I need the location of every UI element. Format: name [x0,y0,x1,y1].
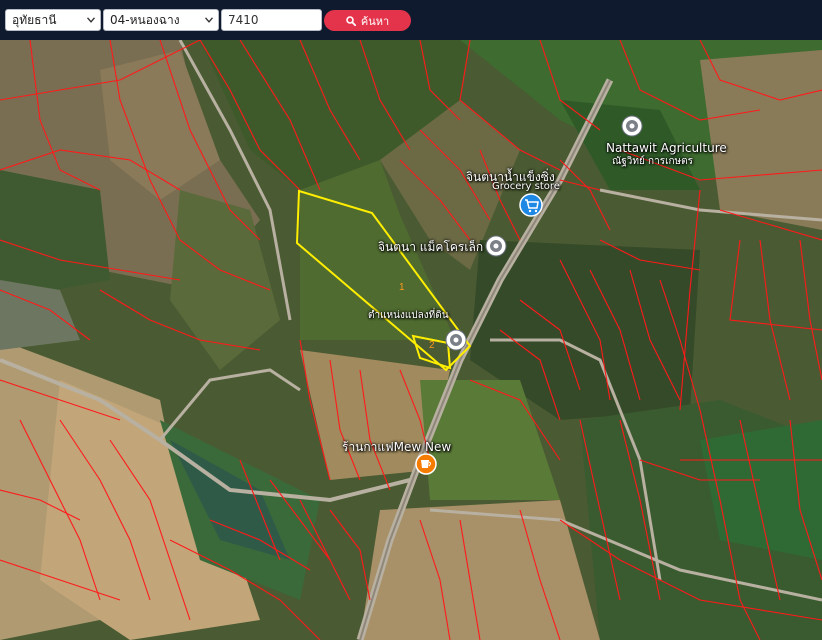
parcel-location-label: ตำแหน่งแปลงที่ดิน [368,310,449,321]
toolbar: อุทัยธานี 04-หนองฉาง ค้นหา [0,0,822,40]
map-canvas[interactable] [0,40,822,640]
chevron-down-icon [87,17,95,23]
parcel-number-input[interactable] [221,9,322,31]
plot-number: 1 [399,282,405,293]
province-value: อุทัยธานี [12,13,57,27]
market-marker[interactable] [485,235,507,257]
province-select[interactable]: อุทัยธานี [5,9,101,31]
search-button[interactable]: ค้นหา [324,10,411,31]
district-value: 04-หนองฉาง [110,13,180,27]
cafe-marker[interactable] [415,453,437,475]
grocery-marker[interactable] [519,193,543,217]
search-button-label: ค้นหา [360,14,390,28]
nattawit-marker[interactable] [621,115,643,137]
cafe-label: ร้านกาแฟMew New [342,440,452,454]
nattawit-label: Nattawit Agriculture [606,141,727,155]
plot-number: 2 [429,340,435,351]
chevron-down-icon [205,17,213,23]
nattawit-sublabel: ณัฐวิทย์ การเกษตร [612,156,694,167]
market-label: จินตนา แม็คโครเล็ก [378,240,484,254]
parcel-location-marker[interactable] [445,329,467,351]
satellite-map[interactable]: Nattawit Agriculture ณัฐวิทย์ การเกษตร จ… [0,40,822,640]
search-icon [346,15,356,26]
district-select[interactable]: 04-หนองฉาง [103,9,219,31]
grocery-type-label: Grocery store [492,181,560,192]
